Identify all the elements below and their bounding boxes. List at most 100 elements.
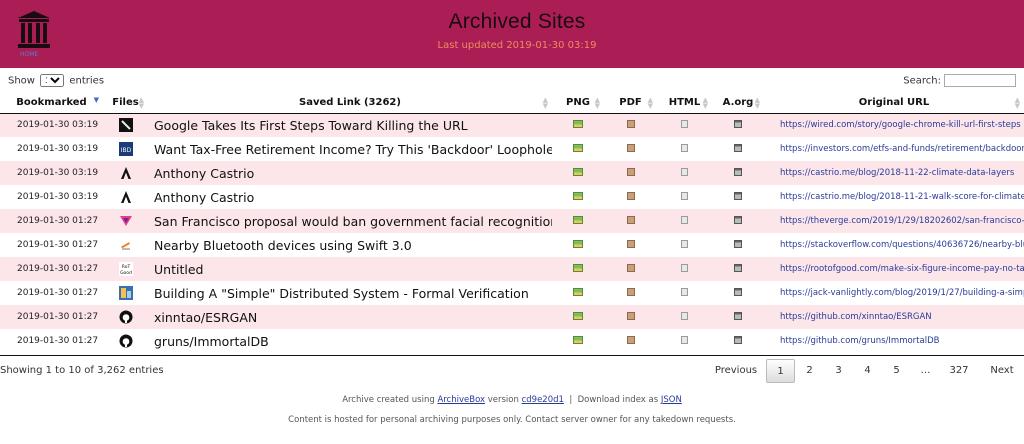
next-button[interactable]: Next	[984, 359, 1020, 383]
archive-org-icon[interactable]	[734, 263, 742, 272]
original-url-link[interactable]: https://stackoverflow.com/questions/4063…	[764, 233, 1024, 257]
logo-caption[interactable]: HOME	[20, 51, 38, 58]
archive-org-icon[interactable]	[734, 215, 742, 224]
pdf-cell[interactable]	[604, 281, 657, 305]
png-cell[interactable]	[552, 257, 604, 281]
page-button-3[interactable]: 3	[824, 359, 853, 383]
html-file-icon[interactable]	[681, 263, 688, 272]
png-cell[interactable]	[552, 137, 604, 161]
wired-favicon[interactable]	[118, 118, 133, 133]
ibd-favicon[interactable]: IBD	[118, 142, 133, 156]
pdf-icon[interactable]	[626, 215, 635, 224]
files-cell[interactable]	[103, 161, 148, 185]
html-cell[interactable]	[657, 281, 712, 305]
castrio-favicon[interactable]	[119, 190, 133, 204]
html-cell[interactable]	[657, 233, 712, 257]
saved-link-title[interactable]: Nearby Bluetooth devices using Swift 3.0	[148, 233, 552, 257]
saved-link-title[interactable]: San Francisco proposal would ban governm…	[148, 209, 552, 233]
pdf-cell[interactable]	[604, 185, 657, 209]
pdf-cell[interactable]	[604, 137, 657, 161]
archive-org-cell[interactable]	[712, 161, 764, 185]
original-url-link[interactable]: https://github.com/xinntao/ESRGAN	[764, 305, 1024, 329]
archive-org-cell[interactable]	[712, 113, 764, 137]
previous-button[interactable]: Previous	[712, 359, 760, 383]
page-button-327[interactable]: 327	[940, 359, 978, 383]
html-file-icon[interactable]	[681, 167, 688, 176]
files-cell[interactable]	[103, 305, 148, 329]
pdf-icon[interactable]	[626, 239, 635, 248]
column-header-archive-org[interactable]: A.org ▲ ▼	[712, 92, 764, 114]
png-cell[interactable]	[552, 305, 604, 329]
archive-org-cell[interactable]	[712, 209, 764, 233]
html-file-icon[interactable]	[681, 143, 688, 152]
screenshot-icon[interactable]	[573, 191, 583, 200]
screenshot-icon[interactable]	[573, 167, 583, 176]
html-cell[interactable]	[657, 305, 712, 329]
pdf-cell[interactable]	[604, 257, 657, 281]
png-cell[interactable]	[552, 233, 604, 257]
pdf-cell[interactable]	[604, 113, 657, 137]
archive-org-icon[interactable]	[734, 119, 742, 128]
page-button-4[interactable]: 4	[853, 359, 882, 383]
html-file-icon[interactable]	[681, 335, 688, 344]
original-url-link[interactable]: https://castrio.me/blog/2018-11-21-walk-…	[764, 185, 1024, 209]
html-file-icon[interactable]	[681, 215, 688, 224]
column-header-original-url[interactable]: Original URL ▲ ▼	[764, 92, 1024, 114]
screenshot-icon[interactable]	[573, 239, 583, 248]
archive-org-cell[interactable]	[712, 281, 764, 305]
html-cell[interactable]	[657, 257, 712, 281]
screenshot-icon[interactable]	[573, 119, 583, 128]
files-cell[interactable]	[103, 209, 148, 233]
files-cell[interactable]	[103, 113, 148, 137]
archive-org-cell[interactable]	[712, 185, 764, 209]
html-cell[interactable]	[657, 161, 712, 185]
archive-org-icon[interactable]	[734, 287, 742, 296]
archivebox-link[interactable]: ArchiveBox	[437, 395, 485, 405]
archive-org-icon[interactable]	[734, 311, 742, 320]
files-cell[interactable]: RoT Good	[103, 257, 148, 281]
html-file-icon[interactable]	[681, 311, 688, 320]
saved-link-title[interactable]: Want Tax-Free Retirement Income? Try Thi…	[148, 137, 552, 161]
saved-link-title[interactable]: xinntao/ESRGAN	[148, 305, 552, 329]
pdf-cell[interactable]	[604, 209, 657, 233]
original-url-link[interactable]: https://castrio.me/blog/2018-11-22-clima…	[764, 161, 1024, 185]
archive-org-icon[interactable]	[734, 191, 742, 200]
html-cell[interactable]	[657, 185, 712, 209]
html-cell[interactable]	[657, 113, 712, 137]
screenshot-icon[interactable]	[573, 287, 583, 296]
original-url-link[interactable]: https://wired.com/story/google-chrome-ki…	[764, 113, 1024, 137]
column-header-html[interactable]: HTML ▲ ▼	[657, 92, 712, 114]
version-link[interactable]: cd9e20d1	[522, 395, 564, 405]
pdf-icon[interactable]	[626, 311, 635, 320]
files-cell[interactable]	[103, 281, 148, 305]
screenshot-icon[interactable]	[573, 335, 583, 344]
screenshot-icon[interactable]	[573, 215, 583, 224]
column-header-bookmarked[interactable]: Bookmarked ▼	[0, 92, 103, 114]
github-favicon[interactable]	[119, 334, 133, 348]
files-cell[interactable]	[103, 329, 148, 353]
html-cell[interactable]	[657, 329, 712, 353]
html-file-icon[interactable]	[681, 191, 688, 200]
archive-org-icon[interactable]	[734, 239, 742, 248]
html-cell[interactable]	[657, 137, 712, 161]
page-button-5[interactable]: 5	[882, 359, 911, 383]
archive-org-cell[interactable]	[712, 257, 764, 281]
html-file-icon[interactable]	[681, 239, 688, 248]
saved-link-title[interactable]: Untitled	[148, 257, 552, 281]
pdf-cell[interactable]	[604, 305, 657, 329]
screenshot-icon[interactable]	[573, 143, 583, 152]
archive-org-cell[interactable]	[712, 305, 764, 329]
pdf-icon[interactable]	[626, 143, 635, 152]
files-cell[interactable]	[103, 185, 148, 209]
pdf-icon[interactable]	[626, 167, 635, 176]
stackoverflow-favicon[interactable]	[119, 238, 133, 252]
pdf-icon[interactable]	[626, 335, 635, 344]
original-url-link[interactable]: https://theverge.com/2019/1/29/18202602/…	[764, 209, 1024, 233]
column-header-files[interactable]: Files ▲ ▼	[103, 92, 148, 114]
archive-org-cell[interactable]	[712, 137, 764, 161]
files-cell[interactable]	[103, 233, 148, 257]
archive-org-cell[interactable]	[712, 233, 764, 257]
castrio-favicon[interactable]	[119, 166, 133, 180]
png-cell[interactable]	[552, 209, 604, 233]
original-url-link[interactable]: https://investors.com/etfs-and-funds/ret…	[764, 137, 1024, 161]
